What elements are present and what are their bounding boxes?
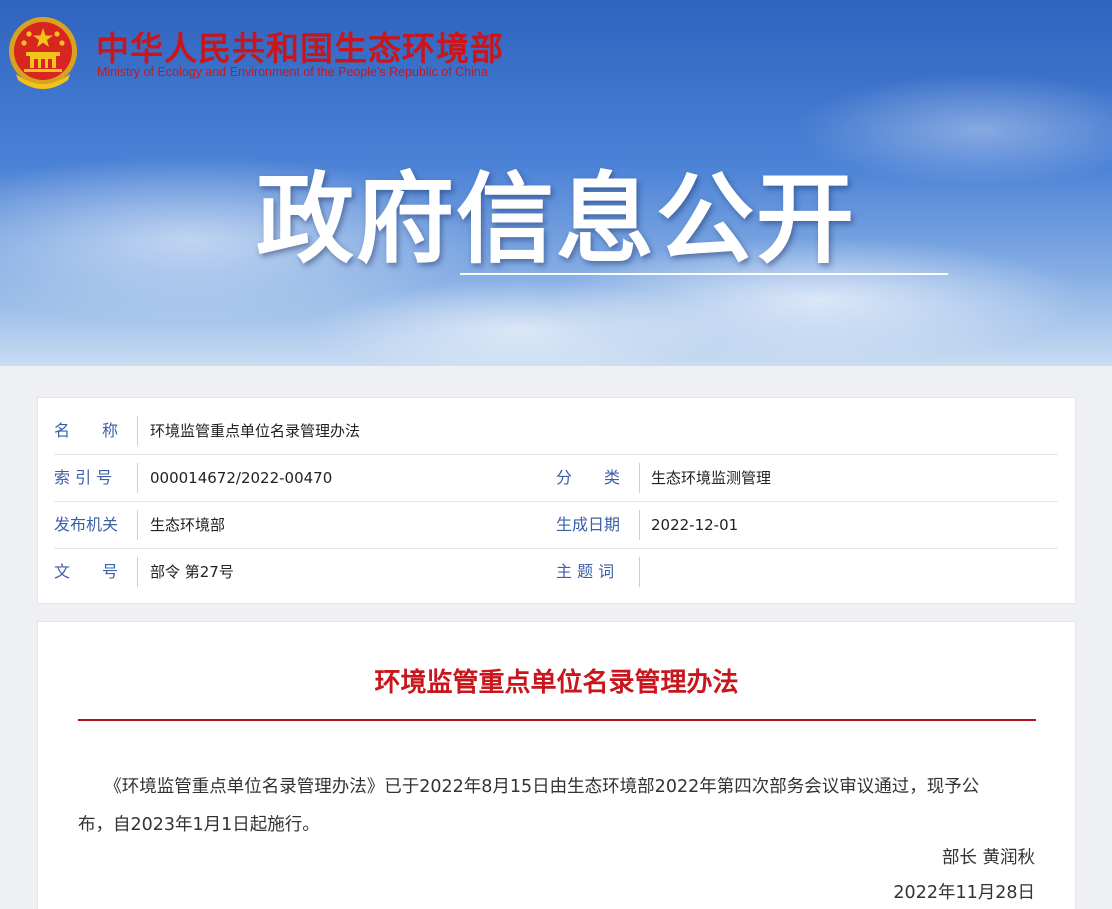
keywords-label: 主 题 词 — [556, 557, 640, 587]
info-row-name: 名 称 环境监管重点单位名录管理办法 — [54, 408, 1058, 455]
info-row-issuer: 发布机关 生态环境部 生成日期 2022-12-01 — [54, 502, 1058, 549]
document-info-table: 名 称 环境监管重点单位名录管理办法 索 引 号 000014672/2022-… — [37, 397, 1076, 604]
name-value: 环境监管重点单位名录管理办法 — [150, 422, 361, 440]
docno-label: 文 号 — [54, 557, 138, 587]
info-row-docno: 文 号 部令 第27号 主 题 词 — [54, 549, 1058, 596]
issuer-value: 生态环境部 — [150, 516, 226, 534]
info-row-index: 索 引 号 000014672/2022-00470 分 类 生态环境监测管理 — [54, 455, 1058, 502]
site-name-en[interactable]: Ministry of Ecology and Environment of t… — [97, 65, 488, 79]
title-divider — [78, 719, 1036, 721]
category-label: 分 类 — [556, 463, 640, 493]
docno-value: 部令 第27号 — [150, 563, 234, 581]
index-label: 索 引 号 — [54, 463, 138, 493]
article-panel: 环境监管重点单位名录管理办法 《环境监管重点单位名录管理办法》已于2022年8月… — [37, 621, 1076, 909]
national-emblem-icon[interactable] — [6, 14, 80, 92]
signer: 部长 黄润秋 — [941, 848, 1035, 868]
sign-date: 2022年11月28日 — [893, 883, 1035, 903]
date-value: 2022-12-01 — [651, 516, 739, 534]
banner-divider — [460, 273, 948, 275]
index-value: 000014672/2022-00470 — [150, 469, 333, 487]
category-value: 生态环境监测管理 — [651, 469, 772, 487]
banner-title: 政府信息公开 — [256, 163, 857, 277]
header-banner: 中华人民共和国生态环境部 Ministry of Ecology and Env… — [0, 0, 1112, 366]
article-paragraph: 《环境监管重点单位名录管理办法》已于2022年8月15日由生态环境部2022年第… — [78, 777, 980, 835]
article-title: 环境监管重点单位名录管理办法 — [374, 668, 739, 698]
site-name-cn[interactable]: 中华人民共和国生态环境部 — [96, 22, 504, 70]
issuer-label: 发布机关 — [54, 510, 138, 540]
date-label: 生成日期 — [556, 510, 640, 540]
name-label: 名 称 — [54, 416, 138, 446]
